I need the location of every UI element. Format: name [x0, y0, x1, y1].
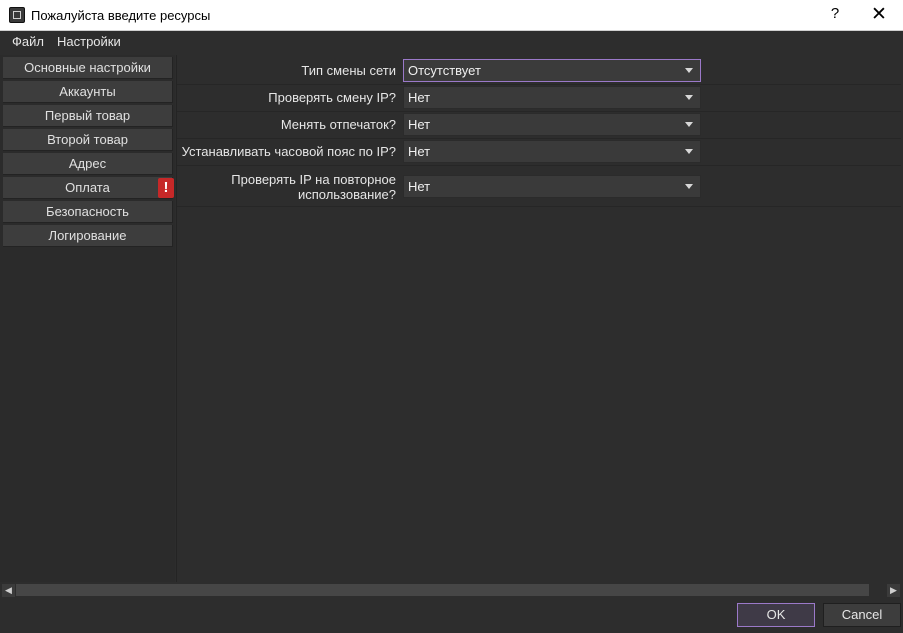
settings-panel: Тип смены сети Отсутствует Проверять сме…	[176, 55, 903, 582]
divider	[177, 206, 901, 207]
cancel-button[interactable]: Cancel	[823, 603, 901, 627]
sidebar-item-payment[interactable]: Оплата !	[3, 177, 174, 199]
scroll-right-icon[interactable]: ▶	[887, 584, 900, 597]
sidebar-item-accounts[interactable]: Аккаунты	[3, 81, 173, 103]
chevron-down-icon	[685, 184, 693, 189]
label-line: использование?	[297, 187, 396, 202]
network-change-type-select[interactable]: Отсутствует	[403, 59, 701, 82]
title-bar: Пожалуйста введите ресурсы ? ✕	[0, 0, 903, 31]
set-timezone-select[interactable]: Нет	[403, 140, 701, 163]
change-fingerprint-select[interactable]: Нет	[403, 113, 701, 136]
select-value: Нет	[408, 144, 431, 159]
sidebar-item-label: Логирование	[48, 228, 127, 243]
divider	[177, 165, 901, 166]
select-value: Отсутствует	[408, 63, 481, 78]
horizontal-scrollbar[interactable]: ◀ ▶	[1, 583, 902, 598]
sidebar-item-address[interactable]: Адрес	[3, 153, 173, 175]
dialog-button-bar: OK Cancel	[0, 598, 903, 633]
chevron-down-icon	[685, 149, 693, 154]
sidebar-item-basic-settings[interactable]: Основные настройки	[3, 57, 173, 79]
scroll-left-icon[interactable]: ◀	[2, 584, 15, 597]
scrollbar-thumb[interactable]	[16, 584, 869, 596]
window-title: Пожалуйста введите ресурсы	[31, 8, 211, 23]
select-value: Нет	[408, 179, 431, 194]
check-ip-change-label: Проверять смену IP?	[268, 90, 396, 105]
sidebar-item-label: Второй товар	[47, 132, 128, 147]
check-ip-reuse-label: Проверять IP на повторное использование?	[231, 172, 396, 202]
divider	[177, 84, 901, 85]
chevron-down-icon	[685, 95, 693, 100]
select-value: Нет	[408, 117, 431, 132]
change-fingerprint-label: Менять отпечаток?	[280, 117, 396, 132]
sidebar-item-label: Безопасность	[46, 204, 129, 219]
menu-file[interactable]: Файл	[12, 34, 44, 49]
sidebar-item-label: Основные настройки	[24, 60, 151, 75]
help-button[interactable]: ?	[826, 5, 844, 25]
ok-button[interactable]: OK	[737, 603, 815, 627]
select-value: Нет	[408, 90, 431, 105]
menu-settings[interactable]: Настройки	[57, 34, 121, 49]
sidebar-item-first-product[interactable]: Первый товар	[3, 105, 173, 127]
sidebar-item-security[interactable]: Безопасность	[3, 201, 173, 223]
sidebar: Основные настройки Аккаунты Первый товар…	[0, 55, 175, 582]
chevron-down-icon	[685, 122, 693, 127]
set-timezone-label: Устанавливать часовой пояс по IP?	[181, 144, 396, 159]
sidebar-item-label: Оплата	[65, 180, 110, 195]
network-change-type-label: Тип смены сети	[301, 63, 396, 78]
sidebar-item-second-product[interactable]: Второй товар	[3, 129, 173, 151]
sidebar-item-label: Аккаунты	[59, 84, 116, 99]
divider	[177, 111, 901, 112]
chevron-down-icon	[685, 68, 693, 73]
menu-bar: Файл Настройки	[0, 31, 903, 53]
alert-icon: !	[158, 178, 174, 198]
divider	[177, 138, 901, 139]
sidebar-item-logging[interactable]: Логирование	[3, 225, 173, 247]
check-ip-reuse-select[interactable]: Нет	[403, 175, 701, 198]
close-icon[interactable]: ✕	[866, 3, 892, 27]
sidebar-item-label: Адрес	[68, 156, 107, 171]
check-ip-change-select[interactable]: Нет	[403, 86, 701, 109]
app-icon	[9, 7, 25, 23]
sidebar-item-label: Первый товар	[44, 108, 131, 123]
label-line: Проверять IP на повторное	[231, 172, 396, 187]
